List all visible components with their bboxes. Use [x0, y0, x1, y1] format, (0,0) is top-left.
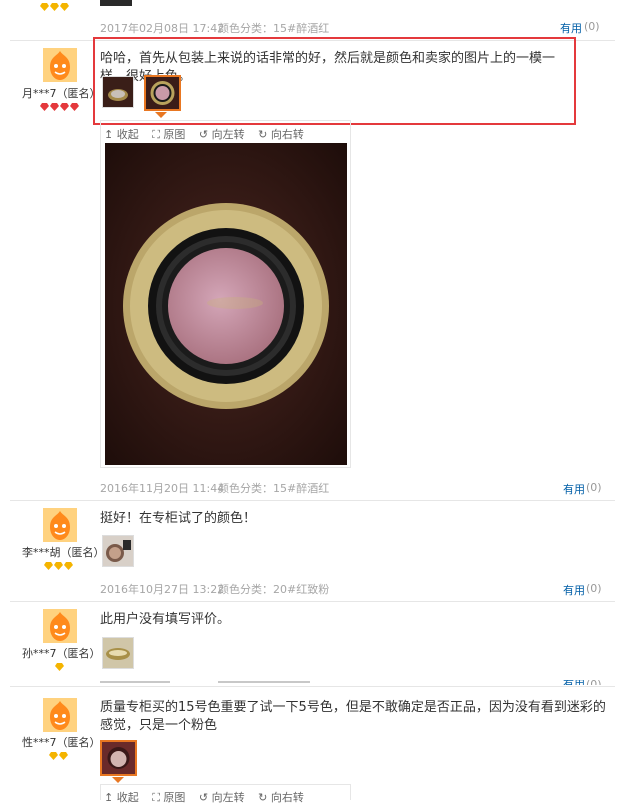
badge-row	[40, 0, 70, 11]
selected-pointer	[155, 112, 167, 118]
diamond-icon	[54, 559, 63, 570]
diamond-icon	[44, 559, 53, 570]
review-content: 挺好！在专柜试了的颜色！	[100, 511, 257, 526]
divider	[10, 500, 615, 501]
username: 李***胡（匿名）	[22, 546, 105, 559]
useful-count: (0)	[586, 481, 602, 494]
color-variant: 颜色分类：15#醉酒红	[218, 482, 330, 495]
review-date: 2016年11月20日 11:44	[100, 482, 225, 495]
color-variant: 颜色分类：15#醉酒红	[218, 22, 330, 35]
review-content: 此用户没有填写评价。	[100, 612, 231, 627]
username: 孙***7（匿名）	[22, 647, 101, 660]
rotate-left-button[interactable]: ↺ 向左转	[199, 128, 245, 141]
diamond-icon	[40, 100, 49, 111]
useful-button[interactable]: 有用	[563, 582, 585, 598]
divider	[10, 601, 615, 602]
color-variant: 颜色分类：20#红致粉	[218, 583, 330, 596]
username: 性***7（匿名）	[22, 736, 101, 749]
useful-button[interactable]: 有用	[563, 481, 585, 497]
review-content: 质量专柜买的15号色重要了试一下5号色，但是不敢确定是否正品，因为没有看到迷彩的…	[100, 700, 606, 733]
badge-row	[40, 100, 80, 111]
useful-count: (0)	[584, 20, 600, 33]
image-toolbar: ↥ 收起 ⛶ 原图 ↺ 向左转 ↻ 向右转	[104, 789, 314, 805]
diamond-icon	[49, 749, 58, 760]
review-date: 2016年10月27日 13:22	[100, 583, 225, 596]
review-image-thumb[interactable]	[102, 637, 134, 669]
diamond-icon	[59, 749, 68, 760]
badge-row	[55, 660, 65, 671]
review-image-thumb-selected[interactable]	[144, 75, 181, 111]
diamond-icon	[55, 660, 64, 671]
username: 月***7（匿名）	[22, 87, 101, 100]
image-toolbar: ↥ 收起 ⛶ 原图 ↺ 向左转 ↻ 向右转	[104, 126, 314, 142]
badge-row	[44, 559, 74, 570]
useful-count: (0)	[586, 582, 602, 595]
diamond-icon	[50, 100, 59, 111]
diamond-icon	[70, 100, 79, 111]
avatar	[43, 609, 77, 643]
useful-count: (0)	[586, 680, 602, 685]
divider	[10, 686, 615, 687]
diamond-icon	[50, 0, 59, 11]
review-date: 2017年02月08日 17:42	[100, 22, 225, 35]
diamond-icon	[60, 100, 69, 111]
useful-button[interactable]: 有用	[563, 680, 585, 685]
rotate-left-button[interactable]: ↺ 向左转	[199, 791, 245, 804]
review-image-thumb[interactable]	[102, 76, 134, 108]
rotate-right-button[interactable]: ↻ 向右转	[258, 128, 304, 141]
review-meta-clipped	[100, 676, 460, 683]
diamond-icon	[64, 559, 73, 570]
original-image-button[interactable]: ⛶ 原图	[152, 128, 185, 141]
rotate-right-button[interactable]: ↻ 向右转	[258, 791, 304, 804]
collapse-button[interactable]: ↥ 收起	[104, 791, 139, 804]
selected-pointer	[112, 777, 124, 783]
review-image-thumb[interactable]	[102, 535, 134, 567]
avatar	[43, 698, 77, 732]
diamond-icon	[40, 0, 49, 11]
diamond-icon	[60, 0, 69, 11]
review-image-large[interactable]	[105, 143, 347, 465]
useful-button[interactable]: 有用	[560, 20, 582, 36]
avatar	[43, 48, 77, 82]
review-image-thumb-selected[interactable]	[100, 740, 137, 776]
original-image-button[interactable]: ⛶ 原图	[152, 791, 185, 804]
avatar	[43, 508, 77, 542]
collapse-button[interactable]: ↥ 收起	[104, 128, 139, 141]
review-image-thumb[interactable]	[100, 0, 132, 6]
badge-row	[49, 749, 69, 760]
